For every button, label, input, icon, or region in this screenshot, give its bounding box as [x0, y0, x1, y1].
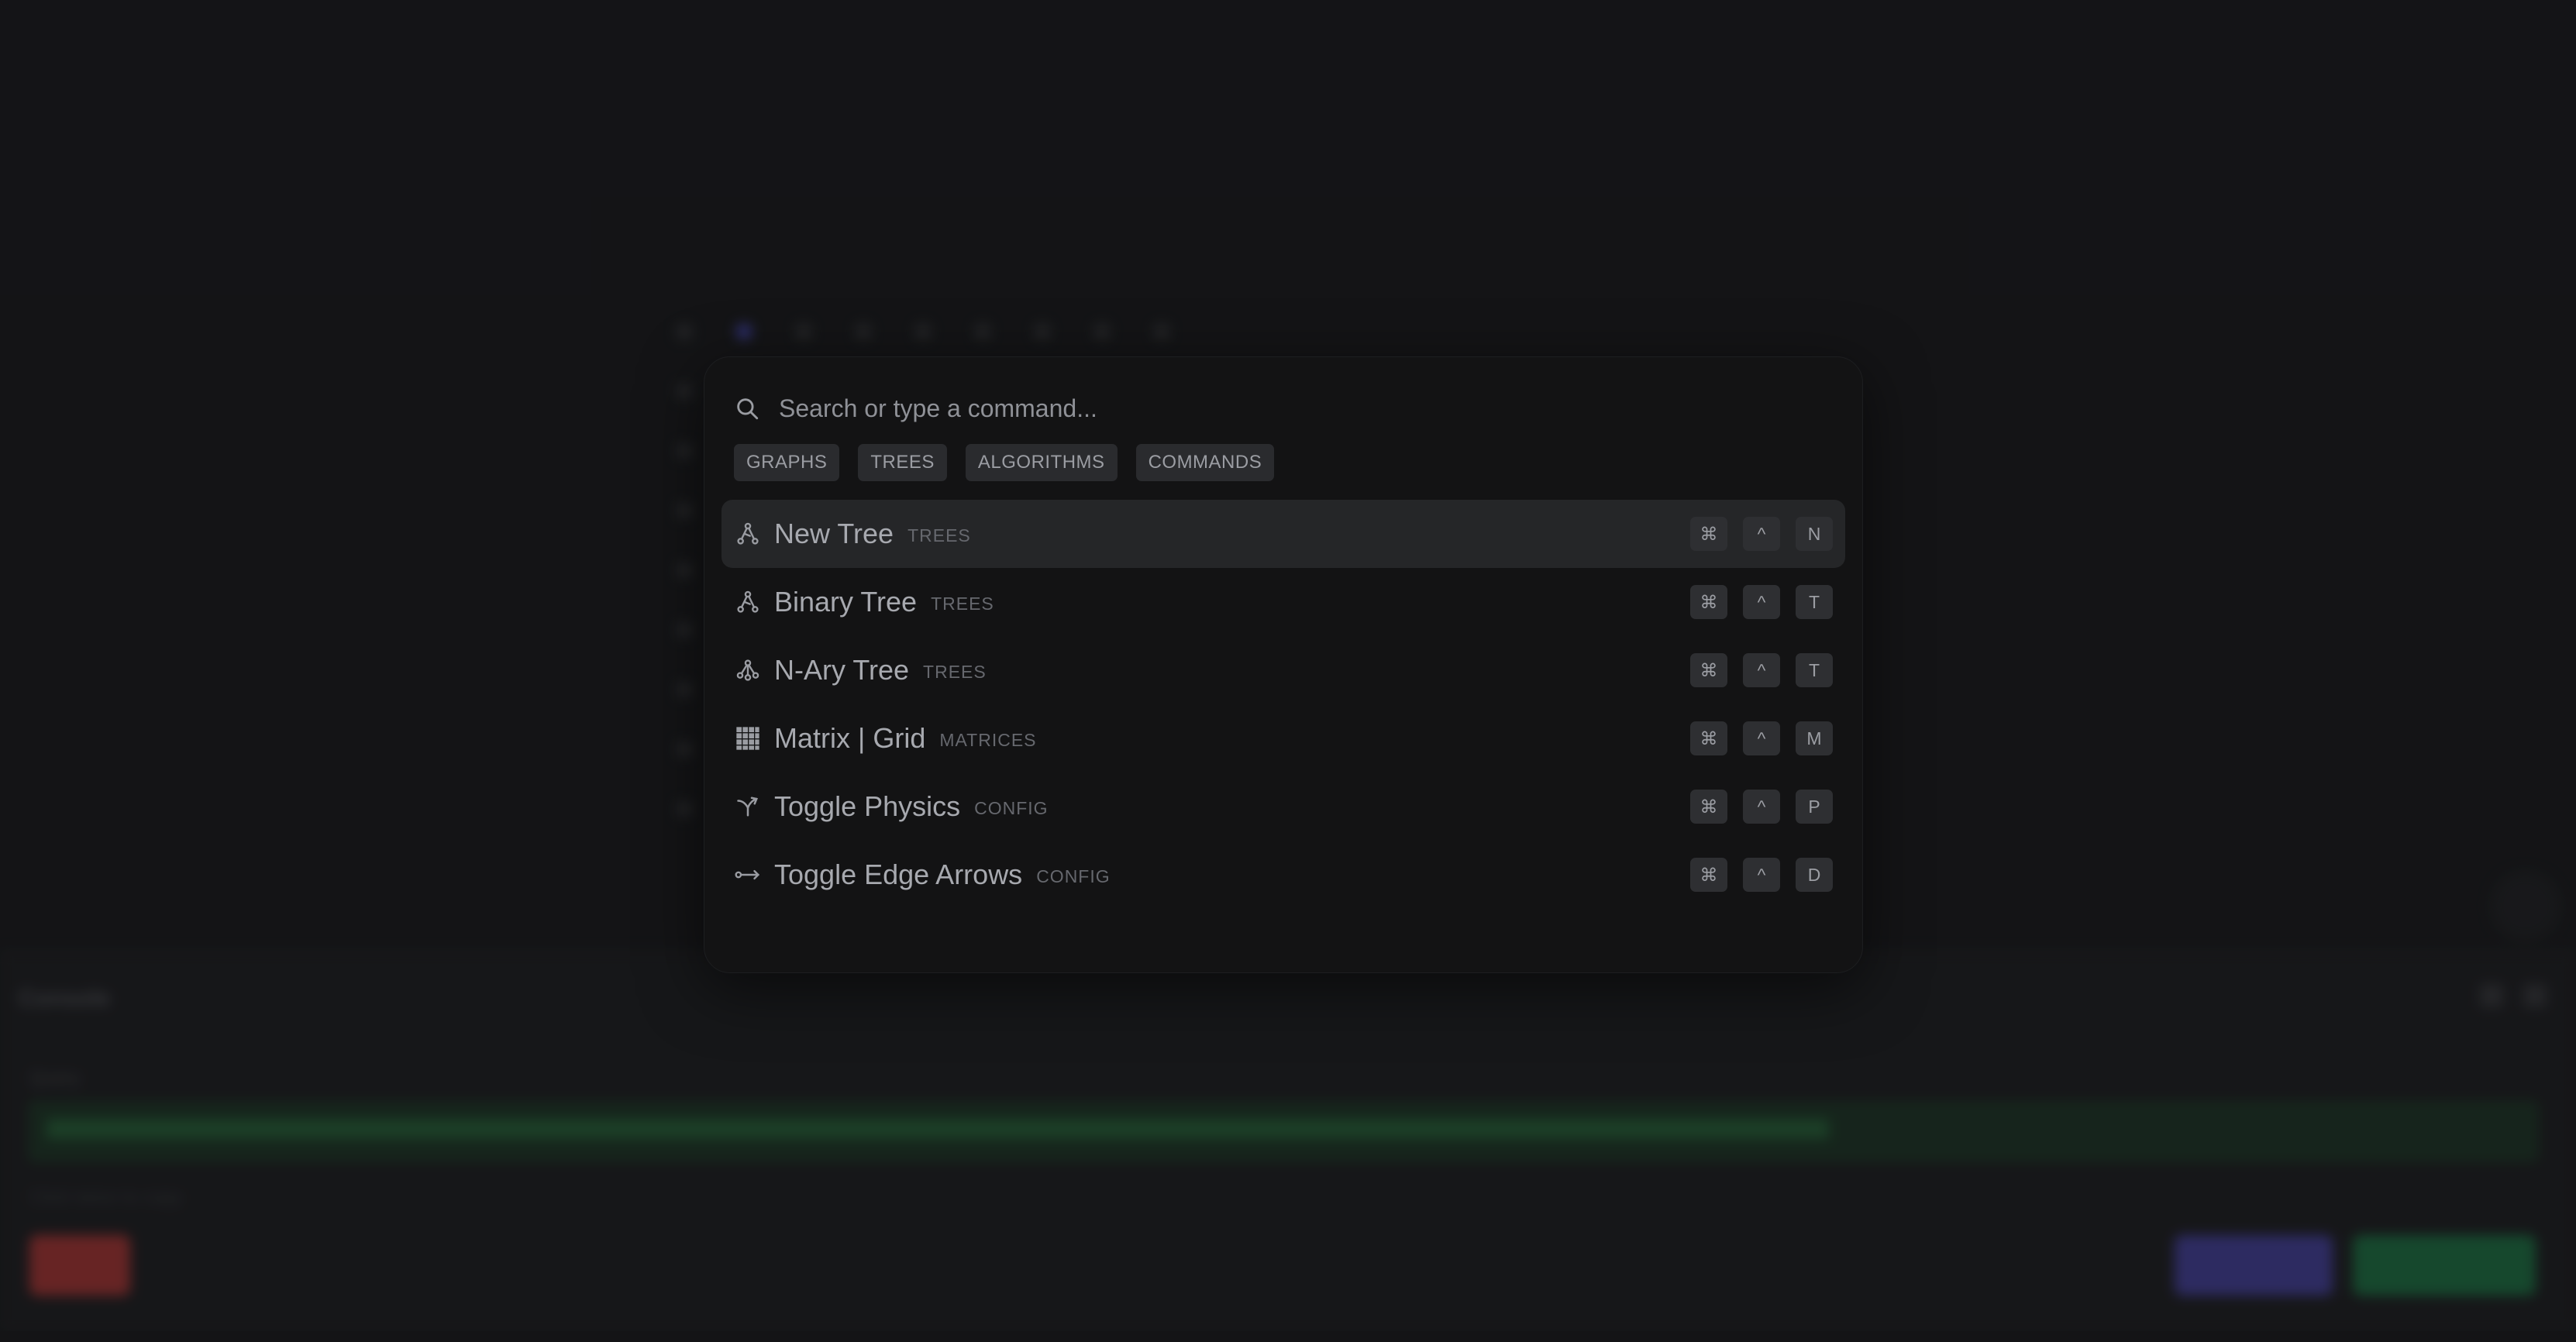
item-title: N-Ary Tree: [774, 654, 910, 686]
shortcut-keys: ⌘ ^ P: [1690, 790, 1833, 824]
key-letter: T: [1796, 585, 1833, 619]
item-category: TREES: [923, 661, 987, 682]
shortcut-keys: ⌘ ^ T: [1690, 653, 1833, 687]
shortcut-keys: ⌘ ^ N: [1690, 517, 1833, 551]
list-item-toggle-physics[interactable]: Toggle Physics CONFIG ⌘ ^ P: [721, 773, 1845, 841]
key-cmd: ⌘: [1690, 790, 1727, 824]
item-category: MATRICES: [939, 729, 1037, 750]
search-icon: [737, 398, 759, 420]
shortcut-keys: ⌘ ^ D: [1690, 858, 1833, 892]
item-title: Toggle Edge Arrows: [774, 859, 1023, 890]
shortcut-keys: ⌘ ^ T: [1690, 585, 1833, 619]
list-item-binary-tree[interactable]: Binary Tree TREES ⌘ ^ T: [721, 568, 1845, 636]
item-category: TREES: [931, 593, 994, 614]
item-category: TREES: [907, 525, 971, 545]
command-palette: GRAPHS TREES ALGORITHMS COMMANDS New Tre…: [704, 356, 1863, 973]
key-letter: M: [1796, 721, 1833, 755]
bottom-edge: [0, 1331, 2576, 1342]
search-input[interactable]: [777, 393, 1833, 424]
item-title: Binary Tree: [774, 586, 918, 618]
search-row: [734, 385, 1833, 432]
key-cmd: ⌘: [1690, 585, 1727, 619]
tree-icon: [734, 520, 762, 548]
chip-commands[interactable]: COMMANDS: [1135, 444, 1275, 481]
key-ctrl: ^: [1743, 790, 1780, 824]
grid-icon: [734, 724, 762, 752]
filter-chips: GRAPHS TREES ALGORITHMS COMMANDS: [734, 444, 1275, 481]
nary-tree-icon: [734, 656, 762, 684]
key-cmd: ⌘: [1690, 517, 1727, 551]
list-item-new-tree[interactable]: New Tree TREES ⌘ ^ N: [721, 500, 1845, 568]
chip-algorithms[interactable]: ALGORITHMS: [965, 444, 1118, 481]
chip-graphs[interactable]: GRAPHS: [734, 444, 840, 481]
key-ctrl: ^: [1743, 721, 1780, 755]
key-letter: P: [1796, 790, 1833, 824]
item-title: Matrix | Grid: [774, 722, 926, 754]
key-cmd: ⌘: [1690, 653, 1727, 687]
list-item-toggle-edge-arrows[interactable]: Toggle Edge Arrows CONFIG ⌘ ^ D: [721, 841, 1845, 909]
tree-icon: [734, 588, 762, 616]
item-title: Toggle Physics: [774, 790, 961, 822]
key-ctrl: ^: [1743, 858, 1780, 892]
key-cmd: ⌘: [1690, 858, 1727, 892]
list-item-matrix-grid[interactable]: Matrix | Grid MATRICES ⌘ ^ M: [721, 704, 1845, 773]
key-ctrl: ^: [1743, 517, 1780, 551]
edge-arrow-icon: [734, 861, 762, 889]
list-item-n-ary-tree[interactable]: N-Ary Tree TREES ⌘ ^ T: [721, 636, 1845, 704]
item-category: CONFIG: [1036, 865, 1111, 886]
key-cmd: ⌘: [1690, 721, 1727, 755]
physics-icon: [734, 793, 762, 821]
shortcut-keys: ⌘ ^ M: [1690, 721, 1833, 755]
key-ctrl: ^: [1743, 653, 1780, 687]
item-category: CONFIG: [974, 797, 1049, 818]
key-letter: N: [1796, 517, 1833, 551]
key-letter: D: [1796, 858, 1833, 892]
chip-trees[interactable]: TREES: [858, 444, 947, 481]
key-ctrl: ^: [1743, 585, 1780, 619]
results-list: New Tree TREES ⌘ ^ N Binary Tree TREES ⌘…: [721, 500, 1845, 909]
item-title: New Tree: [774, 518, 894, 549]
key-letter: T: [1796, 653, 1833, 687]
